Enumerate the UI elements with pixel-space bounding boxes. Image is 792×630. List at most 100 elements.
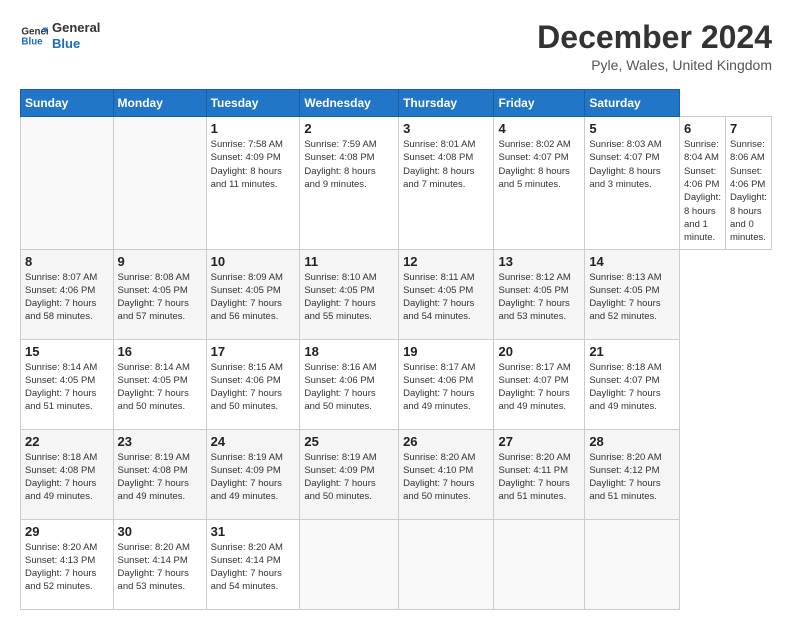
day-info: Sunrise: 8:14 AMSunset: 4:05 PMDaylight:… [118, 361, 202, 414]
calendar-day-cell: 25 Sunrise: 8:19 AMSunset: 4:09 PMDayligh… [300, 429, 399, 519]
calendar-week-row: 8 Sunrise: 8:07 AMSunset: 4:06 PMDaylight… [21, 249, 772, 339]
page-header: General Blue General Blue December 2024 … [20, 20, 772, 73]
weekday-header-saturday: Saturday [585, 90, 680, 117]
calendar-day-cell: 31 Sunrise: 8:20 AMSunset: 4:14 PMDayligh… [206, 519, 300, 609]
day-number: 28 [589, 434, 675, 449]
day-number: 12 [403, 254, 489, 269]
day-info: Sunrise: 8:20 AMSunset: 4:13 PMDaylight:… [25, 541, 109, 594]
day-number: 19 [403, 344, 489, 359]
weekday-header-friday: Friday [494, 90, 585, 117]
day-info: Sunrise: 8:04 AMSunset: 4:06 PMDaylight:… [684, 138, 721, 244]
day-number: 7 [730, 121, 767, 136]
day-number: 27 [498, 434, 580, 449]
day-number: 5 [589, 121, 675, 136]
calendar-day-cell: 14 Sunrise: 8:13 AMSunset: 4:05 PMDayligh… [585, 249, 680, 339]
calendar-day-cell: 1 Sunrise: 7:58 AMSunset: 4:09 PMDaylight… [206, 117, 300, 249]
empty-cell [399, 519, 494, 609]
weekday-header-row: SundayMondayTuesdayWednesdayThursdayFrid… [21, 90, 772, 117]
day-number: 26 [403, 434, 489, 449]
day-info: Sunrise: 8:14 AMSunset: 4:05 PMDaylight:… [25, 361, 109, 414]
logo-text: General Blue [52, 20, 100, 51]
calendar-day-cell: 23Sunrise: 8:19 AMSunset: 4:08 PMDayligh… [113, 429, 206, 519]
day-info: Sunrise: 8:19 AMSunset: 4:09 PMDaylight:… [211, 451, 296, 504]
day-info: Sunrise: 8:12 AMSunset: 4:05 PMDaylight:… [498, 271, 580, 324]
day-info: Sunrise: 8:08 AMSunset: 4:05 PMDaylight:… [118, 271, 202, 324]
day-info: Sunrise: 8:07 AMSunset: 4:06 PMDaylight:… [25, 271, 109, 324]
calendar-day-cell: 19Sunrise: 8:17 AMSunset: 4:06 PMDayligh… [399, 339, 494, 429]
calendar-day-cell: 6 Sunrise: 8:04 AMSunset: 4:06 PMDaylight… [680, 117, 726, 249]
day-number: 25 [304, 434, 394, 449]
day-number: 21 [589, 344, 675, 359]
weekday-header-monday: Monday [113, 90, 206, 117]
day-number: 16 [118, 344, 202, 359]
calendar-day-cell: 11 Sunrise: 8:10 AMSunset: 4:05 PMDayligh… [300, 249, 399, 339]
day-info: Sunrise: 8:03 AMSunset: 4:07 PMDaylight:… [589, 138, 675, 191]
calendar-day-cell: 17 Sunrise: 8:15 AMSunset: 4:06 PMDayligh… [206, 339, 300, 429]
day-info: Sunrise: 8:19 AMSunset: 4:09 PMDaylight:… [304, 451, 394, 504]
calendar-day-cell: 15 Sunrise: 8:14 AMSunset: 4:05 PMDayligh… [21, 339, 114, 429]
title-area: December 2024 Pyle, Wales, United Kingdo… [537, 20, 772, 73]
calendar-day-cell: 12 Sunrise: 8:11 AMSunset: 4:05 PMDayligh… [399, 249, 494, 339]
day-info: Sunrise: 8:09 AMSunset: 4:05 PMDaylight:… [211, 271, 296, 324]
day-number: 30 [118, 524, 202, 539]
day-info: Sunrise: 8:17 AMSunset: 4:07 PMDaylight:… [498, 361, 580, 414]
weekday-header-wednesday: Wednesday [300, 90, 399, 117]
day-info: Sunrise: 8:20 AMSunset: 4:14 PMDaylight:… [118, 541, 202, 594]
calendar-day-cell: 7 Sunrise: 8:06 AMSunset: 4:06 PMDaylight… [725, 117, 771, 249]
calendar-table: SundayMondayTuesdayWednesdayThursdayFrid… [20, 89, 772, 609]
calendar-week-row: 22 Sunrise: 8:18 AMSunset: 4:08 PMDayligh… [21, 429, 772, 519]
day-number: 13 [498, 254, 580, 269]
day-info: Sunrise: 8:20 AMSunset: 4:12 PMDaylight:… [589, 451, 675, 504]
day-number: 11 [304, 254, 394, 269]
day-info: Sunrise: 8:02 AMSunset: 4:07 PMDaylight:… [498, 138, 580, 191]
empty-cell [113, 117, 206, 249]
day-number: 9 [118, 254, 202, 269]
calendar-day-cell: 13 Sunrise: 8:12 AMSunset: 4:05 PMDayligh… [494, 249, 585, 339]
calendar-day-cell: 5 Sunrise: 8:03 AMSunset: 4:07 PMDaylight… [585, 117, 680, 249]
day-number: 31 [211, 524, 296, 539]
calendar-day-cell: 22 Sunrise: 8:18 AMSunset: 4:08 PMDayligh… [21, 429, 114, 519]
day-info: Sunrise: 8:20 AMSunset: 4:14 PMDaylight:… [211, 541, 296, 594]
day-info: Sunrise: 7:58 AMSunset: 4:09 PMDaylight:… [211, 138, 296, 191]
calendar-day-cell: 18Sunrise: 8:16 AMSunset: 4:06 PMDayligh… [300, 339, 399, 429]
day-info: Sunrise: 8:16 AMSunset: 4:06 PMDaylight:… [304, 361, 394, 414]
day-info: Sunrise: 8:15 AMSunset: 4:06 PMDaylight:… [211, 361, 296, 414]
calendar-day-cell: 2 Sunrise: 7:59 AMSunset: 4:08 PMDaylight… [300, 117, 399, 249]
day-number: 6 [684, 121, 721, 136]
day-number: 14 [589, 254, 675, 269]
calendar-day-cell: 28 Sunrise: 8:20 AMSunset: 4:12 PMDayligh… [585, 429, 680, 519]
day-info: Sunrise: 8:13 AMSunset: 4:05 PMDaylight:… [589, 271, 675, 324]
day-number: 8 [25, 254, 109, 269]
day-number: 3 [403, 121, 489, 136]
calendar-day-cell: 10 Sunrise: 8:09 AMSunset: 4:05 PMDayligh… [206, 249, 300, 339]
calendar-day-cell: 16 Sunrise: 8:14 AMSunset: 4:05 PMDayligh… [113, 339, 206, 429]
day-number: 2 [304, 121, 394, 136]
calendar-day-cell: 3Sunrise: 8:01 AMSunset: 4:08 PMDaylight… [399, 117, 494, 249]
empty-cell [300, 519, 399, 609]
weekday-header-thursday: Thursday [399, 90, 494, 117]
weekday-header-sunday: Sunday [21, 90, 114, 117]
day-number: 24 [211, 434, 296, 449]
day-number: 10 [211, 254, 296, 269]
calendar-day-cell: 8 Sunrise: 8:07 AMSunset: 4:06 PMDaylight… [21, 249, 114, 339]
calendar-day-cell: 4Sunrise: 8:02 AMSunset: 4:07 PMDaylight… [494, 117, 585, 249]
calendar-day-cell: 30 Sunrise: 8:20 AMSunset: 4:14 PMDayligh… [113, 519, 206, 609]
logo-icon: General Blue [20, 22, 48, 50]
calendar-day-cell: 21Sunrise: 8:18 AMSunset: 4:07 PMDayligh… [585, 339, 680, 429]
calendar-day-cell: 20Sunrise: 8:17 AMSunset: 4:07 PMDayligh… [494, 339, 585, 429]
day-number: 17 [211, 344, 296, 359]
day-info: Sunrise: 8:18 AMSunset: 4:08 PMDaylight:… [25, 451, 109, 504]
day-number: 15 [25, 344, 109, 359]
day-info: Sunrise: 8:11 AMSunset: 4:05 PMDaylight:… [403, 271, 489, 324]
month-title: December 2024 [537, 20, 772, 55]
day-number: 22 [25, 434, 109, 449]
day-info: Sunrise: 7:59 AMSunset: 4:08 PMDaylight:… [304, 138, 394, 191]
weekday-header-tuesday: Tuesday [206, 90, 300, 117]
day-info: Sunrise: 8:06 AMSunset: 4:06 PMDaylight:… [730, 138, 767, 244]
calendar-week-row: 1 Sunrise: 7:58 AMSunset: 4:09 PMDaylight… [21, 117, 772, 249]
day-number: 23 [118, 434, 202, 449]
day-number: 1 [211, 121, 296, 136]
day-info: Sunrise: 8:20 AMSunset: 4:11 PMDaylight:… [498, 451, 580, 504]
calendar-day-cell: 24 Sunrise: 8:19 AMSunset: 4:09 PMDayligh… [206, 429, 300, 519]
day-info: Sunrise: 8:10 AMSunset: 4:05 PMDaylight:… [304, 271, 394, 324]
